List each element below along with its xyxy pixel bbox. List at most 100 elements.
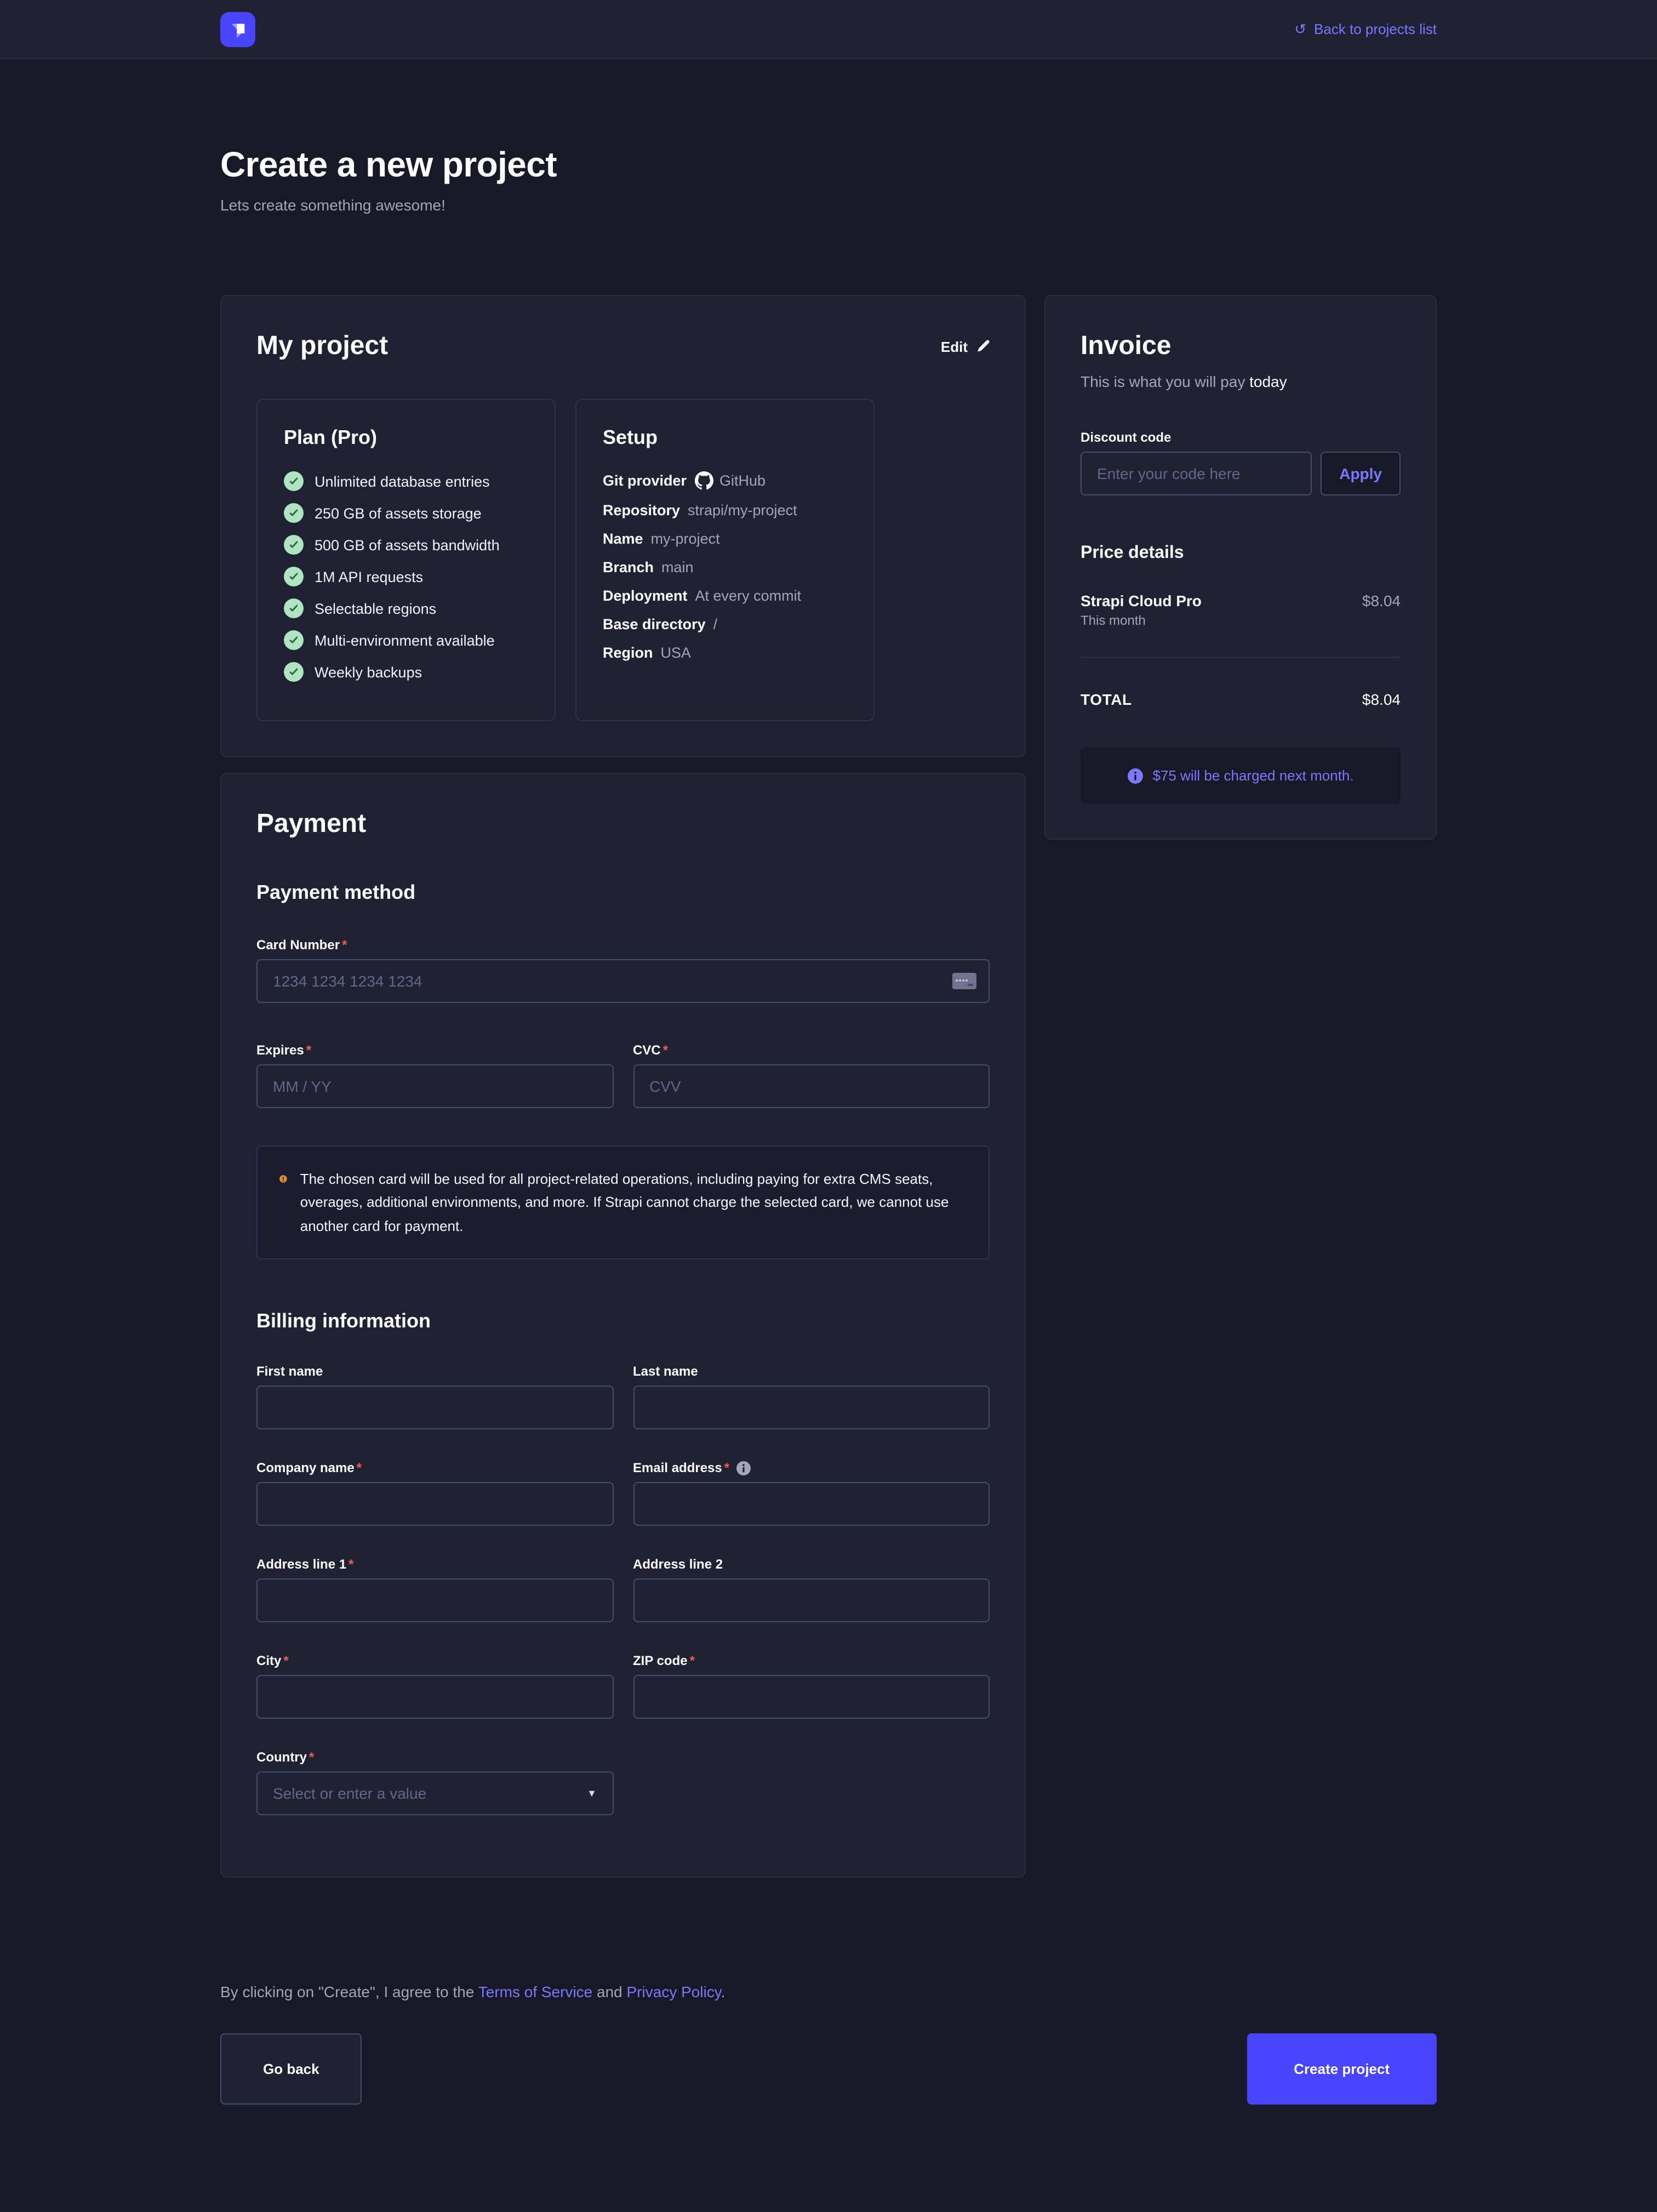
country-field: Country* Select or enter a value ▼ xyxy=(256,1750,613,1816)
setup-row-git-provider: Git provider GitHub xyxy=(603,471,847,490)
required-asterisk: * xyxy=(306,1042,311,1058)
check-icon xyxy=(284,535,304,555)
country-select-placeholder: Select or enter a value xyxy=(273,1785,426,1803)
privacy-policy-link[interactable]: Privacy Policy xyxy=(627,1983,721,2001)
terms-of-service-link[interactable]: Terms of Service xyxy=(478,1983,593,2001)
cvc-label: CVC* xyxy=(633,1042,990,1058)
top-bar: ↺ Back to projects list xyxy=(0,0,1657,59)
invoice-divider xyxy=(1081,657,1401,658)
address-line-2-input[interactable] xyxy=(633,1579,990,1623)
strapi-logo-mark xyxy=(226,17,250,41)
back-arrow-icon: ↺ xyxy=(1294,22,1306,36)
setup-value-text: my-project xyxy=(651,531,720,547)
zip-code-field: ZIP code* xyxy=(633,1654,990,1719)
info-icon xyxy=(1127,768,1142,783)
project-summary-card: My project Edit Plan (Pro) xyxy=(220,295,1026,757)
expires-input[interactable] xyxy=(256,1064,613,1108)
cvc-input[interactable] xyxy=(633,1064,990,1108)
plan-feature: 250 GB of assets storage xyxy=(284,503,528,523)
chevron-down-icon: ▼ xyxy=(587,1788,597,1799)
zip-code-input[interactable] xyxy=(633,1675,990,1719)
payment-method-title: Payment method xyxy=(256,881,990,904)
setup-row-base-directory: Base directory / xyxy=(603,616,847,632)
invoice-subtitle: This is what you will pay today xyxy=(1081,373,1401,390)
apply-discount-button[interactable]: Apply xyxy=(1321,452,1401,495)
total-row: TOTAL $8.04 xyxy=(1081,691,1401,708)
info-icon[interactable] xyxy=(736,1461,750,1475)
city-field: City* xyxy=(256,1654,613,1719)
required-asterisk: * xyxy=(357,1461,362,1476)
setup-label: Deployment xyxy=(603,588,688,604)
edit-button-label: Edit xyxy=(941,338,968,355)
email-input[interactable] xyxy=(633,1483,990,1526)
expires-label: Expires* xyxy=(256,1042,613,1058)
required-asterisk: * xyxy=(309,1750,314,1765)
setup-row-region: Region USA xyxy=(603,645,847,661)
line-item-name: Strapi Cloud Pro xyxy=(1081,592,1202,609)
expires-field: Expires* xyxy=(256,1042,613,1108)
setup-label: Git provider xyxy=(603,472,687,489)
invoice-title: Invoice xyxy=(1081,331,1401,362)
setup-row-name: Name my-project xyxy=(603,531,847,547)
last-name-input[interactable] xyxy=(633,1386,990,1430)
go-back-button[interactable]: Go back xyxy=(220,2034,362,2105)
setup-row-deployment: Deployment At every commit xyxy=(603,588,847,604)
create-project-button[interactable]: Create project xyxy=(1247,2034,1437,2105)
github-icon xyxy=(694,471,713,490)
first-name-input[interactable] xyxy=(256,1386,613,1430)
card-usage-warning: The chosen card will be used for all pro… xyxy=(256,1145,990,1260)
country-select[interactable]: Select or enter a value ▼ xyxy=(256,1772,613,1816)
address-line-2-field: Address line 2 xyxy=(633,1557,990,1623)
line-item-amount: $8.04 xyxy=(1362,592,1401,609)
billing-title: Billing information xyxy=(256,1310,990,1333)
address-line-2-label: Address line 2 xyxy=(633,1557,990,1572)
plan-box-title: Plan (Pro) xyxy=(284,426,528,449)
zip-code-label: ZIP code* xyxy=(633,1654,990,1669)
check-icon xyxy=(284,503,304,523)
plan-feature-list: Unlimited database entries 250 GB of ass… xyxy=(284,471,528,682)
setup-box-title: Setup xyxy=(603,426,847,449)
email-field: Email address* xyxy=(633,1461,990,1526)
credit-card-icon xyxy=(952,973,976,989)
plan-feature-label: 250 GB of assets storage xyxy=(315,505,482,521)
first-name-field: First name xyxy=(256,1364,613,1430)
setup-value-text: At every commit xyxy=(695,588,802,604)
setup-box: Setup Git provider GitHub xyxy=(575,399,875,721)
plan-feature: Selectable regions xyxy=(284,598,528,618)
company-name-input[interactable] xyxy=(256,1483,613,1526)
last-name-label: Last name xyxy=(633,1364,990,1379)
price-line-item: Strapi Cloud Pro This month $8.04 xyxy=(1081,592,1401,628)
required-asterisk: * xyxy=(724,1461,729,1476)
setup-value-text: USA xyxy=(661,645,692,661)
plan-feature-label: Weekly backups xyxy=(315,664,422,680)
edit-project-button[interactable]: Edit xyxy=(941,338,990,355)
back-link-label: Back to projects list xyxy=(1314,21,1437,37)
email-label: Email address* xyxy=(633,1461,990,1476)
discount-code-label: Discount code xyxy=(1081,430,1401,445)
last-name-field: Last name xyxy=(633,1364,990,1430)
footer-actions: Go back Create project xyxy=(220,2034,1437,2105)
setup-label: Region xyxy=(603,645,653,661)
first-name-label: First name xyxy=(256,1364,613,1379)
setup-value-text: GitHub xyxy=(719,472,765,489)
address-line-1-field: Address line 1* xyxy=(256,1557,613,1623)
required-asterisk: * xyxy=(348,1557,353,1572)
company-name-label: Company name* xyxy=(256,1461,613,1476)
address-line-1-input[interactable] xyxy=(256,1579,613,1623)
discount-code-input[interactable] xyxy=(1081,452,1312,495)
check-icon xyxy=(284,471,304,491)
invoice-subtitle-emphasis: today xyxy=(1249,373,1287,390)
back-to-projects-link[interactable]: ↺ Back to projects list xyxy=(1294,21,1437,37)
setup-label: Name xyxy=(603,531,643,547)
setup-value-text: strapi/my-project xyxy=(688,502,797,518)
required-asterisk: * xyxy=(342,937,347,953)
check-icon xyxy=(284,598,304,618)
city-input[interactable] xyxy=(256,1675,613,1719)
card-number-input[interactable] xyxy=(256,959,990,1003)
plan-feature: 500 GB of assets bandwidth xyxy=(284,535,528,555)
strapi-logo[interactable] xyxy=(220,12,255,47)
plan-feature: Weekly backups xyxy=(284,662,528,682)
warning-text: The chosen card will be used for all pro… xyxy=(300,1167,967,1238)
payment-card: Payment Payment method Card Number* xyxy=(220,773,1026,1878)
address-line-1-label: Address line 1* xyxy=(256,1557,613,1572)
